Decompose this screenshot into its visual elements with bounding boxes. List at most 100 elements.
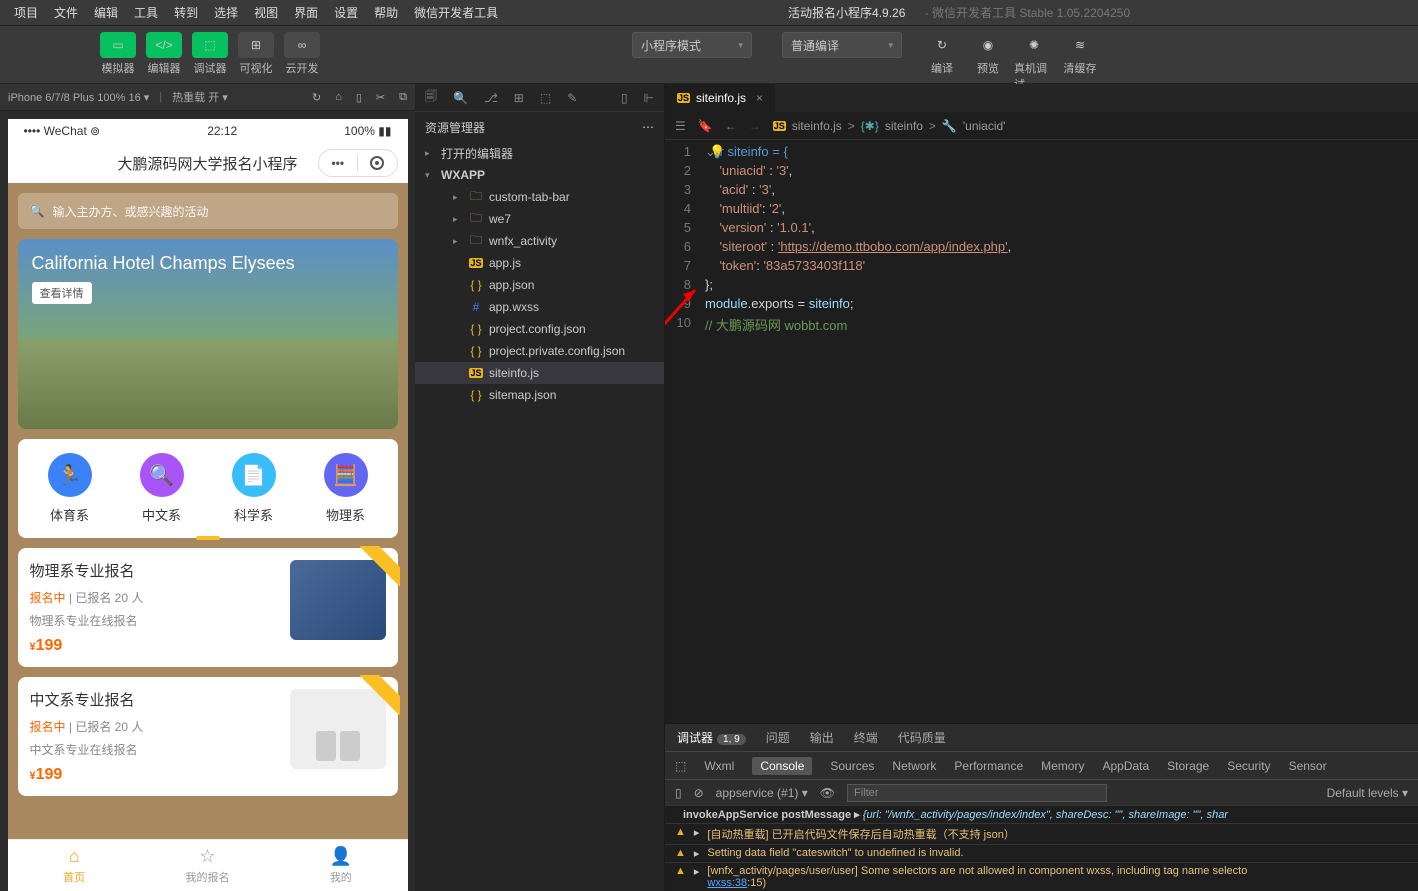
file-tree-item[interactable]: ▸🗀we7 xyxy=(415,208,664,230)
capsule-button[interactable]: ••• xyxy=(318,149,398,177)
files-icon[interactable]: 🗐 xyxy=(425,87,437,108)
more-icon[interactable]: ••• xyxy=(319,156,358,170)
lightbulb-icon[interactable]: 💡 xyxy=(709,144,725,160)
devtab-memory[interactable]: Memory xyxy=(1041,759,1084,773)
search-input[interactable]: 🔍 输入主办方、或感兴趣的活动 xyxy=(18,193,398,229)
refresh-icon[interactable]: ↻ xyxy=(312,91,321,104)
rotate-icon[interactable]: ▯ xyxy=(356,91,362,104)
menu-devtools[interactable]: 微信开发者工具 xyxy=(406,4,506,21)
filter-input[interactable]: Filter xyxy=(847,784,1107,802)
tab-quality[interactable]: 代码质量 xyxy=(898,729,946,746)
visual-button[interactable]: ⊞可视化 xyxy=(236,32,276,76)
devtab-storage[interactable]: Storage xyxy=(1167,759,1209,773)
file-tree-item[interactable]: JSapp.js xyxy=(415,252,664,274)
tab-output[interactable]: 输出 xyxy=(810,729,834,746)
tab-home[interactable]: ⌂首页 xyxy=(8,840,141,891)
ext-icon[interactable]: ⊞ xyxy=(514,91,524,105)
banner[interactable]: California Hotel Champs Elysees 查看详情 xyxy=(18,239,398,429)
menu-select[interactable]: 选择 xyxy=(206,4,246,21)
compile-mode-select[interactable]: 普通编译▾ xyxy=(782,32,902,58)
simulator-panel: iPhone 6/7/8 Plus 100% 16 ▾ | 热重载 开 ▾ ↻ … xyxy=(0,84,415,891)
devtab-wxml[interactable]: Wxml xyxy=(704,759,734,773)
clear-console-icon[interactable]: ⊘ xyxy=(694,786,704,800)
inspect-icon[interactable]: ⬚ xyxy=(675,759,686,773)
cloud-button[interactable]: ∞云开发 xyxy=(282,32,322,76)
open-editors-section[interactable]: ▸打开的编辑器 xyxy=(415,142,664,164)
close-icon[interactable] xyxy=(358,156,397,170)
devtab-security[interactable]: Security xyxy=(1227,759,1270,773)
tab-siteinfo[interactable]: JS siteinfo.js × xyxy=(665,84,776,112)
menu-project[interactable]: 项目 xyxy=(6,4,46,21)
device-select[interactable]: iPhone 6/7/8 Plus 100% 16 ▾ xyxy=(8,91,149,104)
devtab-appdata[interactable]: AppData xyxy=(1102,759,1149,773)
back-icon[interactable]: ← xyxy=(725,119,737,133)
category-item[interactable]: 🔍中文系 xyxy=(116,453,208,524)
file-tree-item[interactable]: JSsiteinfo.js xyxy=(415,362,664,384)
tab-debugger[interactable]: 调试器1, 9 xyxy=(677,729,746,746)
tab-issues[interactable]: 问题 xyxy=(766,729,790,746)
panel-right-icon[interactable]: ⊩ xyxy=(644,91,654,105)
menu-settings[interactable]: 设置 xyxy=(326,4,366,21)
devtab-sources[interactable]: Sources xyxy=(830,759,874,773)
devtab-performance[interactable]: Performance xyxy=(954,759,1023,773)
file-tree-item[interactable]: { }app.json xyxy=(415,274,664,296)
home-icon[interactable]: ⌂ xyxy=(335,91,342,104)
mode-select[interactable]: 小程序模式▾ xyxy=(632,32,752,58)
console-output[interactable]: invokeAppService postMessage ▸ {url: "/w… xyxy=(665,805,1418,891)
tab-profile[interactable]: 👤我的 xyxy=(274,840,407,891)
banner-detail-button[interactable]: 查看详情 xyxy=(32,282,92,304)
more-icon[interactable]: ⋯ xyxy=(642,120,654,134)
panel-toggle-icon[interactable]: ▯ xyxy=(621,91,628,105)
warning-icon: ▲ xyxy=(675,826,686,838)
devtab-console[interactable]: Console xyxy=(752,757,812,775)
simulator-button[interactable]: ▭模拟器 xyxy=(98,32,138,76)
compile-button[interactable]: ↻编译 xyxy=(922,32,962,92)
cube-icon[interactable]: ⬚ xyxy=(540,91,551,105)
menu-ui[interactable]: 界面 xyxy=(286,4,326,21)
code-editor[interactable]: 1⌄ 💡r siteinfo = { 2 'uniacid' : '3', 3 … xyxy=(665,140,1418,723)
eye-icon[interactable]: 👁 xyxy=(820,786,835,800)
context-select[interactable]: appservice (#1) ▾ xyxy=(716,786,808,800)
category-item[interactable]: 🧮物理系 xyxy=(300,453,392,524)
cut-icon[interactable]: ✂ xyxy=(376,91,385,104)
close-tab-icon[interactable]: × xyxy=(756,91,763,105)
editor-button[interactable]: </>编辑器 xyxy=(144,32,184,76)
hot-reload-toggle[interactable]: 热重载 开 ▾ xyxy=(172,89,228,105)
sidebar-toggle-icon[interactable]: ▯ xyxy=(675,786,682,800)
breadcrumb[interactable]: JS siteinfo.js > {✱} siteinfo > 🔧 'uniac… xyxy=(773,119,1006,133)
brush-icon[interactable]: ✎ xyxy=(567,91,577,105)
devtab-network[interactable]: Network xyxy=(892,759,936,773)
list-icon[interactable]: ☰ xyxy=(675,119,686,133)
bookmark-icon[interactable]: 🔖 xyxy=(698,119,713,133)
project-root[interactable]: ▾WXAPP xyxy=(415,164,664,186)
file-tree-item[interactable]: { }sitemap.json xyxy=(415,384,664,406)
menu-help[interactable]: 帮助 xyxy=(366,4,406,21)
activity-card[interactable]: 中文系专业报名 报名中 | 已报名 20 人 中文系专业在线报名 ¥199 xyxy=(18,677,398,796)
devtab-sensor[interactable]: Sensor xyxy=(1289,759,1327,773)
menu-file[interactable]: 文件 xyxy=(46,4,86,21)
tab-terminal[interactable]: 终端 xyxy=(854,729,878,746)
menu-tool[interactable]: 工具 xyxy=(126,4,166,21)
warning-icon: ▲ xyxy=(675,865,686,877)
search-icon[interactable]: 🔍 xyxy=(453,91,468,105)
file-tree-item[interactable]: { }project.config.json xyxy=(415,318,664,340)
log-level-select[interactable]: Default levels ▾ xyxy=(1327,786,1408,800)
clear-cache-button[interactable]: ≋清缓存 xyxy=(1060,32,1100,92)
activity-card[interactable]: 物理系专业报名 报名中 | 已报名 20 人 物理系专业在线报名 ¥199 xyxy=(18,548,398,667)
real-debug-button[interactable]: ✺真机调试 xyxy=(1014,32,1054,92)
file-tree-item[interactable]: ▸🗀custom-tab-bar xyxy=(415,186,664,208)
menu-edit[interactable]: 编辑 xyxy=(86,4,126,21)
tab-my-signup[interactable]: ☆我的报名 xyxy=(141,840,274,891)
menu-goto[interactable]: 转到 xyxy=(166,4,206,21)
file-tree-item[interactable]: { }project.private.config.json xyxy=(415,340,664,362)
menu-view[interactable]: 视图 xyxy=(246,4,286,21)
category-item[interactable]: 📄科学系 xyxy=(208,453,300,524)
file-tree-item[interactable]: ▸🗀wnfx_activity xyxy=(415,230,664,252)
branch-icon[interactable]: ⎇ xyxy=(484,91,498,105)
float-icon[interactable]: ⧉ xyxy=(399,91,407,104)
forward-icon[interactable]: → xyxy=(749,119,761,133)
preview-button[interactable]: ◉预览 xyxy=(968,32,1008,92)
category-item[interactable]: 🏃体育系 xyxy=(24,453,116,524)
debugger-button[interactable]: ⬚调试器 xyxy=(190,32,230,76)
file-tree-item[interactable]: #app.wxss xyxy=(415,296,664,318)
